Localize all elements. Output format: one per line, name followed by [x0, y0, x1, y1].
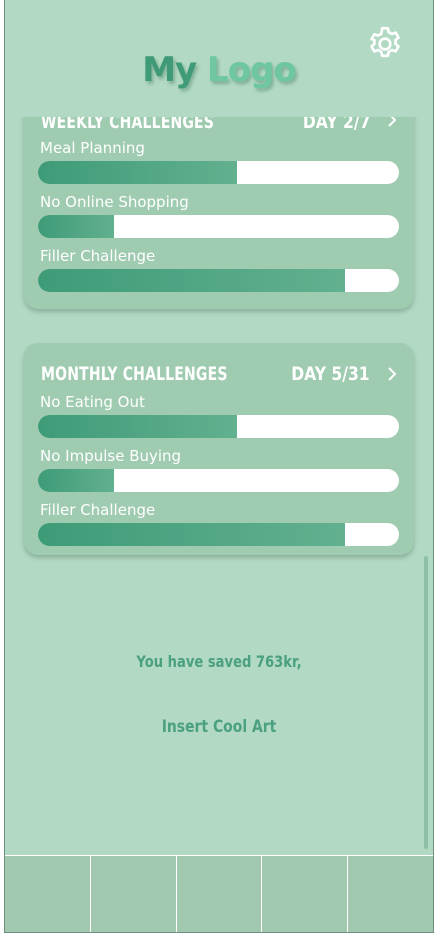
challenge-label: Filler Challenge	[40, 501, 156, 519]
chevron-right-icon[interactable]	[386, 365, 398, 383]
progress-fill	[38, 523, 345, 546]
challenge-label: No Impulse Buying	[40, 447, 182, 465]
challenge-label: No Online Shopping	[40, 193, 189, 211]
logo-text-my: My	[142, 50, 197, 90]
challenge-progress-bar	[38, 523, 399, 546]
progress-fill	[38, 415, 237, 438]
challenge-progress-bar	[38, 161, 399, 184]
challenge-label: Filler Challenge	[40, 247, 156, 265]
scrollbar[interactable]	[424, 556, 428, 849]
progress-fill	[38, 215, 114, 238]
chevron-right-icon[interactable]	[386, 117, 398, 129]
bottom-tab-bar	[5, 855, 433, 932]
challenge-label: Meal Planning	[40, 139, 145, 157]
progress-fill	[38, 269, 345, 292]
challenge-progress-bar	[38, 469, 399, 492]
tab-5[interactable]	[348, 856, 433, 932]
weekly-day-counter: DAY 2/7	[302, 117, 370, 133]
challenge-progress-bar	[38, 269, 399, 292]
savings-message: You have saved 763kr,	[136, 652, 302, 671]
weekly-title: WEEKLY CHALLENGES	[41, 117, 215, 133]
challenges-scroll-area[interactable]: WEEKLY CHALLENGES DAY 2/7 Meal Planning …	[5, 117, 433, 855]
weekly-challenges-card[interactable]: WEEKLY CHALLENGES DAY 2/7 Meal Planning …	[24, 117, 414, 309]
tab-1[interactable]	[5, 856, 91, 932]
monthly-day-counter: DAY 5/31	[291, 363, 370, 385]
progress-fill	[38, 469, 114, 492]
tab-4[interactable]	[262, 856, 349, 932]
progress-fill	[38, 161, 237, 184]
monthly-challenges-card[interactable]: MONTHLY CHALLENGES DAY 5/31 No Eating Ou…	[24, 343, 414, 555]
challenge-progress-bar	[38, 415, 399, 438]
art-placeholder: Insert Cool Art	[161, 717, 277, 737]
tab-3[interactable]	[177, 856, 263, 932]
challenge-progress-bar	[38, 215, 399, 238]
header-bar: My Logo	[5, 0, 433, 117]
monthly-title: MONTHLY CHALLENGES	[41, 363, 228, 385]
challenge-label: No Eating Out	[40, 393, 145, 411]
app-screen: WEEKLY CHALLENGES DAY 2/7 Meal Planning …	[4, 0, 434, 933]
gear-icon[interactable]	[365, 24, 405, 64]
logo-text-logo: Logo	[207, 50, 297, 90]
tab-2[interactable]	[91, 856, 177, 932]
